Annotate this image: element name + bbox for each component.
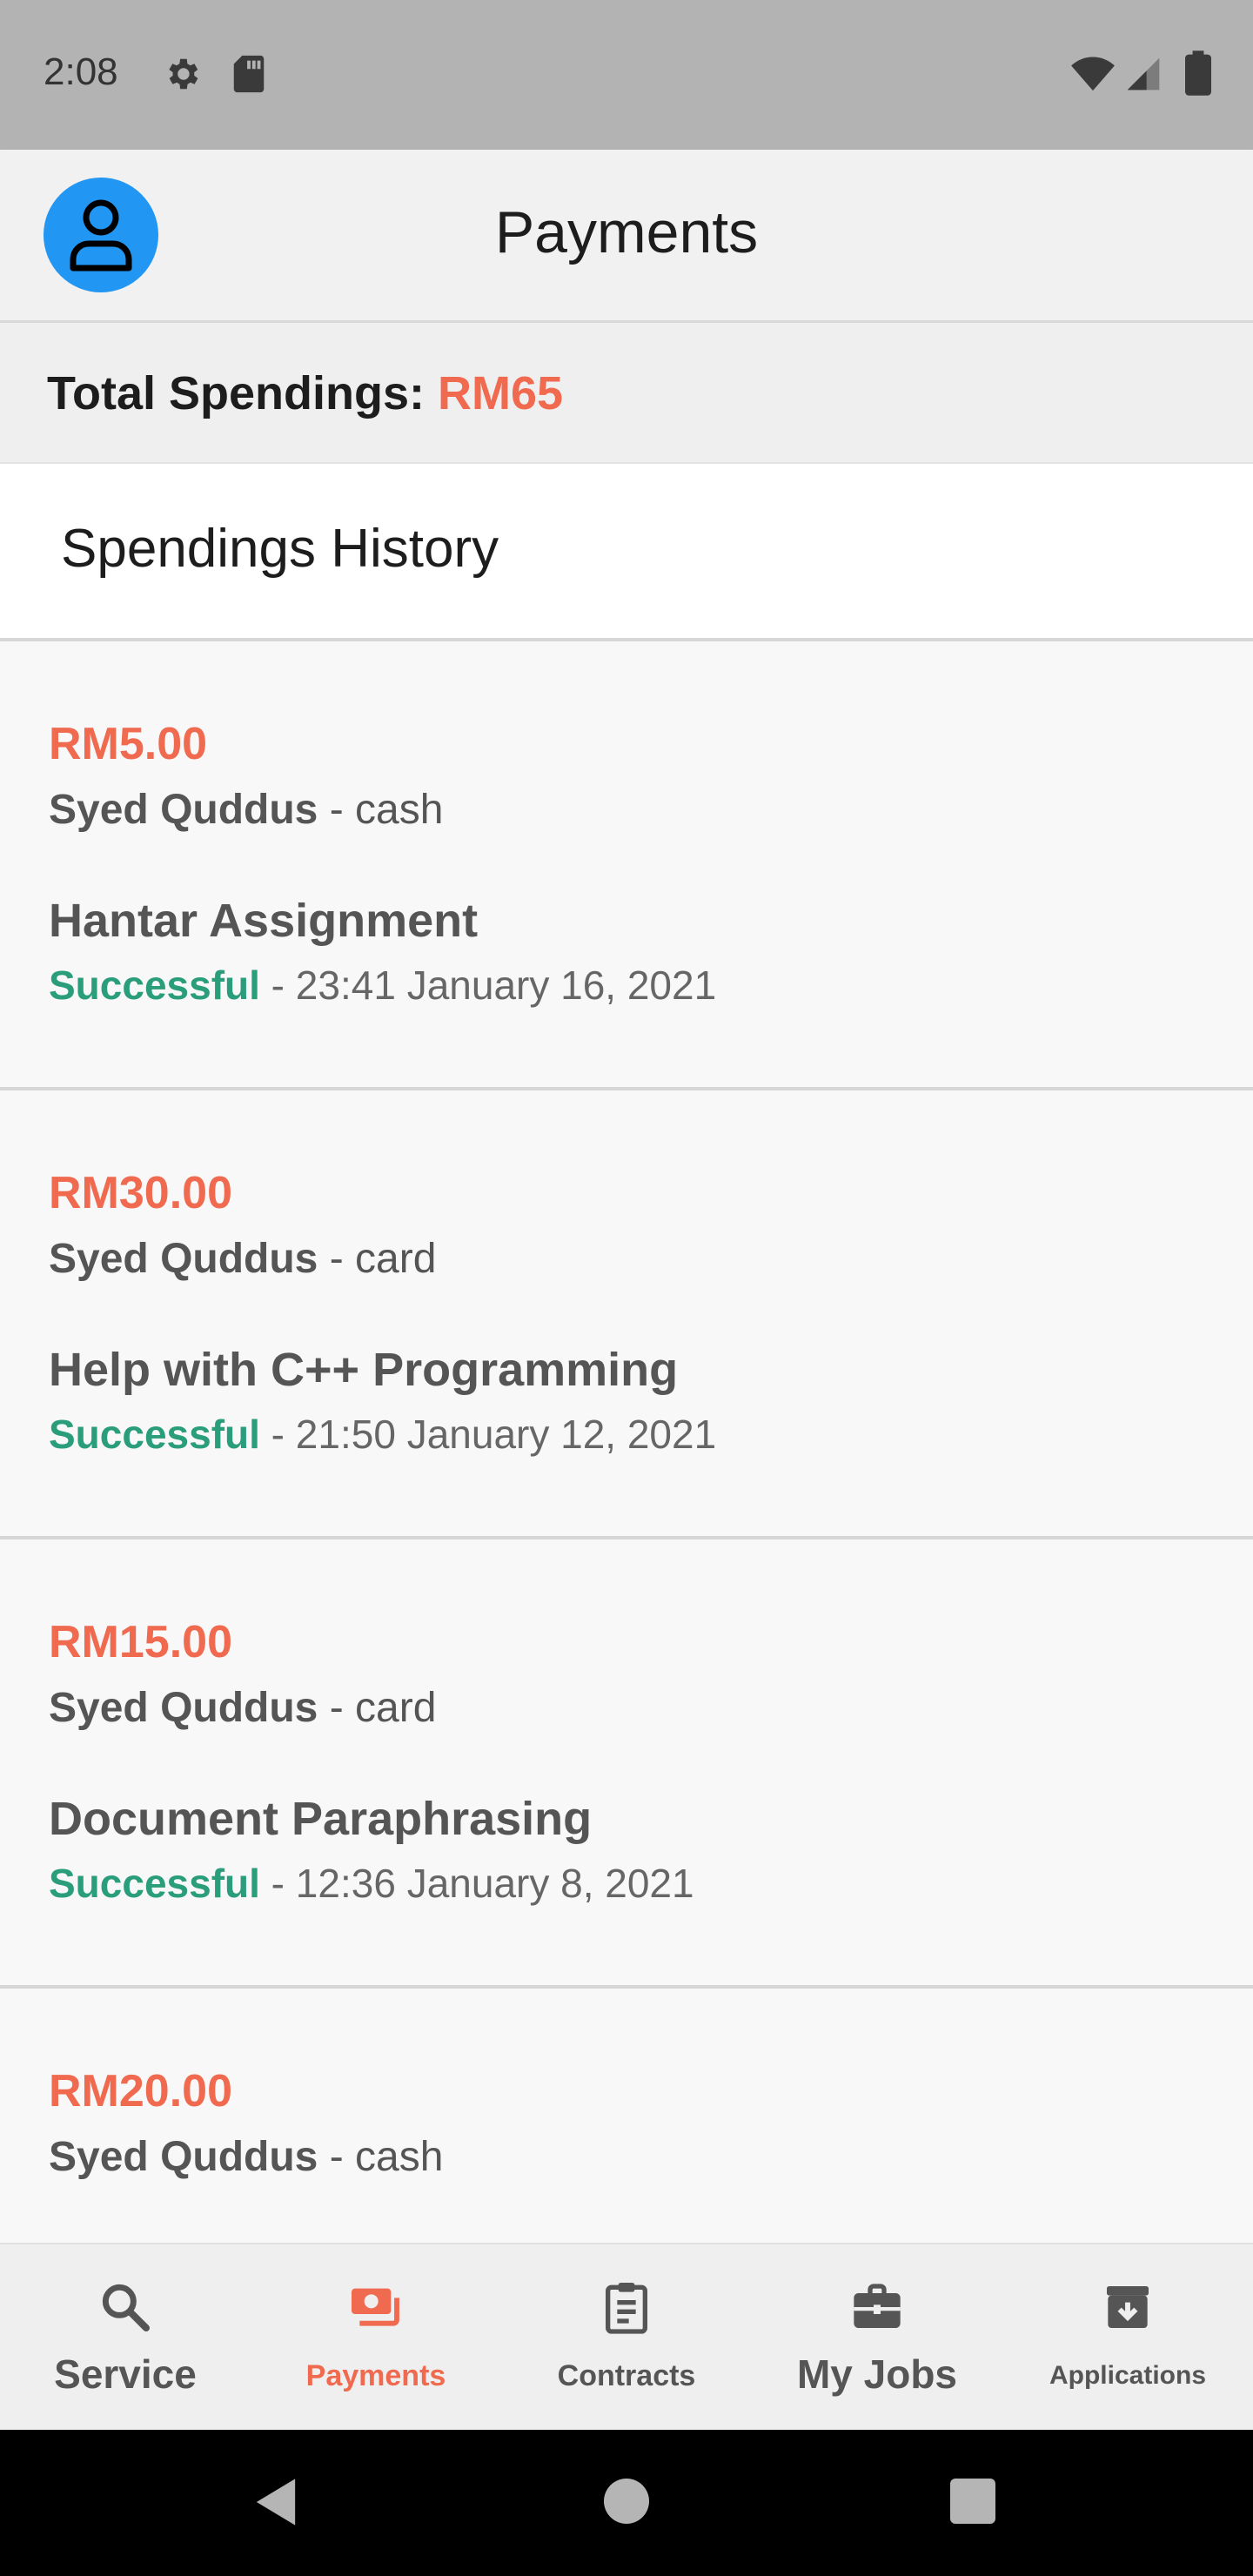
payment-list[interactable]: RM5.00 Syed Quddus - cash Hantar Assignm… (0, 641, 1253, 2243)
payment-method: card (355, 1685, 437, 1731)
payment-item[interactable]: RM30.00 Syed Quddus - card Help with C++… (0, 1090, 1253, 1540)
nav-label-my-jobs: My Jobs (796, 2351, 958, 2397)
service-title: Hantar Assignment (49, 895, 479, 947)
nav-label-contracts: Contracts (557, 2359, 696, 2392)
payment-amount: RM30.00 (49, 1168, 232, 1218)
payer-name: Syed Quddus (49, 787, 318, 833)
nav-item-contracts[interactable]: Contracts (501, 2244, 752, 2432)
payment-payer-line: Syed Quddus - card (49, 1236, 437, 1282)
payer-name: Syed Quddus (49, 2134, 318, 2180)
payment-payer-line: Syed Quddus - cash (49, 787, 444, 833)
system-nav-bar (0, 2430, 1253, 2576)
payer-name: Syed Quddus (49, 1236, 318, 1282)
payment-item[interactable]: RM20.00 Syed Quddus - cash (0, 1989, 1253, 2243)
app-bar: Payments (0, 150, 1253, 323)
nav-label-service: Service (54, 2351, 197, 2397)
payer-name: Syed Quddus (49, 1685, 318, 1731)
payment-payer-line: Syed Quddus - cash (49, 2134, 444, 2180)
search-icon (102, 2284, 150, 2331)
total-spendings-value: RM65 (438, 367, 564, 419)
payment-status: Successful (49, 1861, 260, 1906)
total-spendings-label: Total Spendings: (47, 367, 425, 419)
home-icon[interactable] (604, 2479, 649, 2524)
payment-amount: RM5.00 (49, 719, 208, 769)
payment-item[interactable]: RM15.00 Syed Quddus - card Document Para… (0, 1540, 1253, 1989)
payment-method: cash (355, 2134, 444, 2180)
bottom-nav: Service Payments Contracts My Jobs Appli… (0, 2243, 1253, 2432)
sd-card-icon (233, 55, 265, 93)
payment-item[interactable]: RM5.00 Syed Quddus - cash Hantar Assignm… (0, 641, 1253, 1090)
page-title: Payments (494, 199, 759, 265)
total-spendings: Total Spendings: RM65 (47, 366, 563, 420)
spendings-history-header: Spendings History (0, 464, 1253, 641)
payment-datetime: 12:36 January 8, 2021 (295, 1861, 694, 1906)
clipboard-icon (606, 2283, 647, 2334)
briefcase-icon (854, 2284, 901, 2328)
payment-datetime: 21:50 January 12, 2021 (295, 1412, 717, 1457)
signal-icon (1127, 57, 1160, 91)
archive-icon (1107, 2286, 1149, 2328)
gear-icon (169, 58, 198, 90)
payment-datetime: 23:41 January 16, 2021 (295, 963, 717, 1008)
service-title: Help with C++ Programming (49, 1344, 679, 1396)
battery-icon (1185, 50, 1211, 96)
wifi-icon (1071, 57, 1115, 91)
nav-item-my-jobs[interactable]: My Jobs (752, 2244, 1002, 2432)
payment-amount: RM15.00 (49, 1617, 232, 1667)
status-time: 2:08 (44, 50, 118, 93)
nav-label-payments: Payments (305, 2359, 446, 2392)
payments-icon (352, 2288, 399, 2326)
payment-status-line: Successful - 23:41 January 16, 2021 (49, 963, 717, 1008)
nav-item-payments[interactable]: Payments (251, 2244, 501, 2432)
spendings-history-title: Spendings History (61, 519, 499, 579)
payment-status-line: Successful - 12:36 January 8, 2021 (49, 1861, 694, 1906)
payment-status: Successful (49, 963, 260, 1008)
payment-method: cash (355, 787, 444, 833)
payment-status-line: Successful - 21:50 January 12, 2021 (49, 1412, 717, 1457)
payment-method: card (355, 1236, 437, 1282)
back-icon[interactable] (252, 2475, 299, 2529)
payment-status: Successful (49, 1412, 260, 1457)
nav-item-service[interactable]: Service (0, 2244, 251, 2432)
total-spendings-bar: Total Spendings: RM65 (0, 323, 1253, 464)
service-title: Document Paraphrasing (49, 1793, 593, 1845)
nav-item-applications[interactable]: Applications (1002, 2244, 1253, 2432)
recents-icon[interactable] (950, 2479, 995, 2524)
payment-payer-line: Syed Quddus - card (49, 1685, 437, 1731)
payment-amount: RM20.00 (49, 2066, 232, 2116)
status-bar: 2:08 (0, 0, 1253, 150)
nav-label-applications: Applications (1049, 2361, 1206, 2390)
